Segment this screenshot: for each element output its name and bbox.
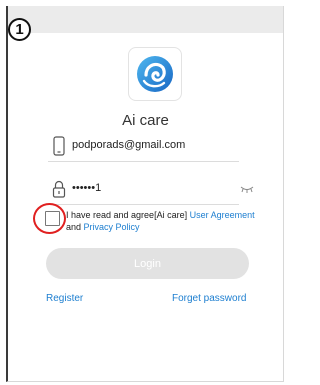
agreement-text-prefix: I have read and agree[Ai care] [66,210,190,220]
phone-icon [53,136,65,156]
forgot-password-link[interactable]: Forget password [172,293,246,304]
login-button[interactable]: Login [46,248,249,279]
app-title: Ai care [122,112,169,129]
status-bar [8,6,283,33]
password-value: ••••••1 [72,182,102,194]
user-agreement-link[interactable]: User Agreement [190,210,255,220]
app-logo [128,47,182,101]
agreement-text-and: and [66,222,84,232]
register-link[interactable]: Register [46,293,83,304]
password-field[interactable]: ••••••1 [48,174,254,205]
app-screen: Ai care podporads@gmail.com ••••••1 [6,6,284,382]
highlight-circle [33,203,66,234]
email-field[interactable]: podporads@gmail.com [48,131,239,162]
privacy-policy-link[interactable]: Privacy Policy [84,222,140,232]
lock-icon [52,180,66,198]
eye-closed-icon[interactable] [240,184,254,194]
agreement-text: I have read and agree[Ai care] User Agre… [66,209,271,233]
ai-care-swirl-logo-icon [137,56,173,92]
step-number-badge: 1 [8,18,31,41]
email-value: podporads@gmail.com [72,139,186,151]
